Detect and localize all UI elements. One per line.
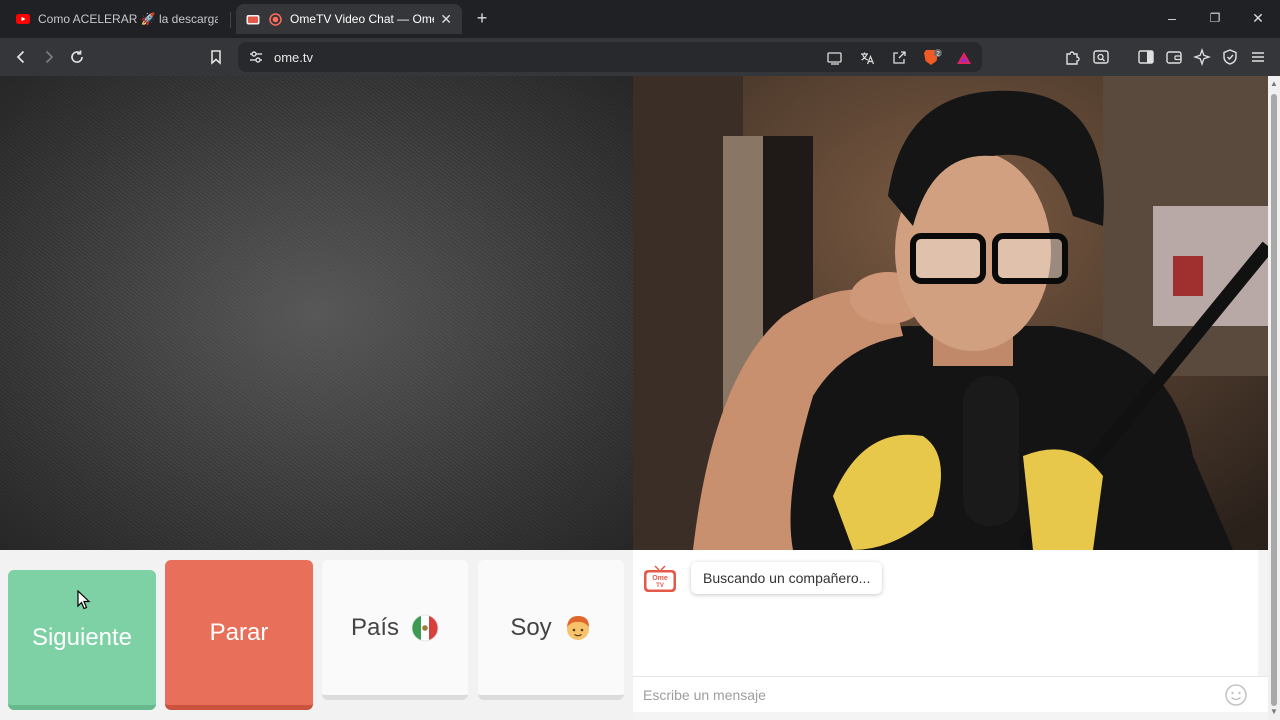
brave-rewards-icon[interactable] (955, 49, 973, 67)
close-window-button[interactable]: ✕ (1246, 8, 1270, 28)
emoji-icon[interactable] (1224, 683, 1248, 707)
extensions-icon[interactable] (1062, 46, 1084, 68)
stop-button[interactable]: Parar (165, 560, 313, 710)
stop-button-label: Parar (209, 618, 269, 646)
address-bar[interactable]: ome.tv 2 (238, 42, 982, 72)
tab-separator (230, 12, 231, 28)
message-bar (633, 676, 1268, 712)
tab-youtube[interactable]: Como ACELERAR 🚀 la descarga de (6, 4, 228, 34)
reload-icon[interactable] (66, 46, 88, 68)
vpn-icon[interactable] (1219, 46, 1241, 68)
recording-icon (268, 12, 282, 26)
translate-icon[interactable] (858, 49, 876, 67)
mouse-cursor-icon (77, 589, 91, 610)
scroll-up-arrow-icon[interactable]: ▲ (1270, 80, 1278, 88)
boy-face-icon (564, 614, 592, 642)
tab-ometv[interactable]: OmeTV Video Chat — Omegle ✕ (236, 4, 462, 34)
control-buttons: Siguiente Parar País Soy (0, 550, 633, 720)
brave-shields-icon[interactable]: 2 (922, 49, 944, 67)
webcam-feed-image (633, 76, 1268, 550)
cast-icon[interactable] (826, 49, 844, 67)
forward-icon[interactable] (38, 46, 60, 68)
leo-ai-icon[interactable] (1191, 46, 1213, 68)
minimize-button[interactable]: – (1160, 8, 1184, 28)
gender-button-label: Soy (510, 613, 552, 641)
ometv-page: Siguiente Parar País Soy Ome TV Buscando… (0, 76, 1268, 720)
restore-button[interactable]: ❐ (1203, 8, 1227, 28)
share-icon[interactable] (890, 49, 908, 67)
back-icon[interactable] (10, 46, 32, 68)
message-input[interactable] (643, 685, 1203, 705)
status-message: Buscando un compañero... (691, 562, 883, 594)
bookmark-icon[interactable] (205, 46, 227, 68)
logo-text-tv: TV (656, 583, 664, 589)
sidebar-toggle-icon[interactable] (1135, 46, 1157, 68)
close-tab-icon[interactable]: ✕ (440, 11, 452, 28)
tab-strip: Como ACELERAR 🚀 la descarga de OmeTV Vid… (0, 0, 1280, 38)
menu-icon[interactable] (1247, 46, 1269, 68)
next-button-label: Siguiente (31, 623, 133, 651)
partner-video-static (0, 76, 633, 550)
new-tab-button[interactable]: + (472, 8, 492, 28)
shields-badge-count: 2 (936, 51, 940, 58)
page-scrollbar[interactable]: ▲ ▼ (1268, 76, 1280, 720)
self-camera-video (633, 76, 1268, 550)
site-settings-icon[interactable] (248, 49, 264, 65)
country-button[interactable]: País (322, 560, 468, 700)
gender-button[interactable]: Soy (478, 560, 624, 700)
browser-toolbar: ome.tv 2 (0, 38, 1280, 76)
tab-title: Como ACELERAR 🚀 la descarga de (38, 12, 218, 26)
ometv-logo-icon: Ome TV (643, 564, 677, 592)
country-button-label: País (350, 613, 400, 641)
reading-list-icon[interactable] (1090, 46, 1112, 68)
mexico-flag-icon (411, 614, 439, 642)
ometv-favicon-icon (246, 12, 260, 26)
youtube-icon (16, 12, 30, 26)
scroll-thumb[interactable] (1271, 94, 1277, 706)
tab-title: OmeTV Video Chat — Omegle (290, 12, 434, 26)
logo-text-ome: Ome (652, 575, 668, 582)
url-text: ome.tv (274, 50, 314, 65)
scroll-down-arrow-icon[interactable]: ▼ (1270, 708, 1278, 716)
wallet-icon[interactable] (1163, 46, 1185, 68)
